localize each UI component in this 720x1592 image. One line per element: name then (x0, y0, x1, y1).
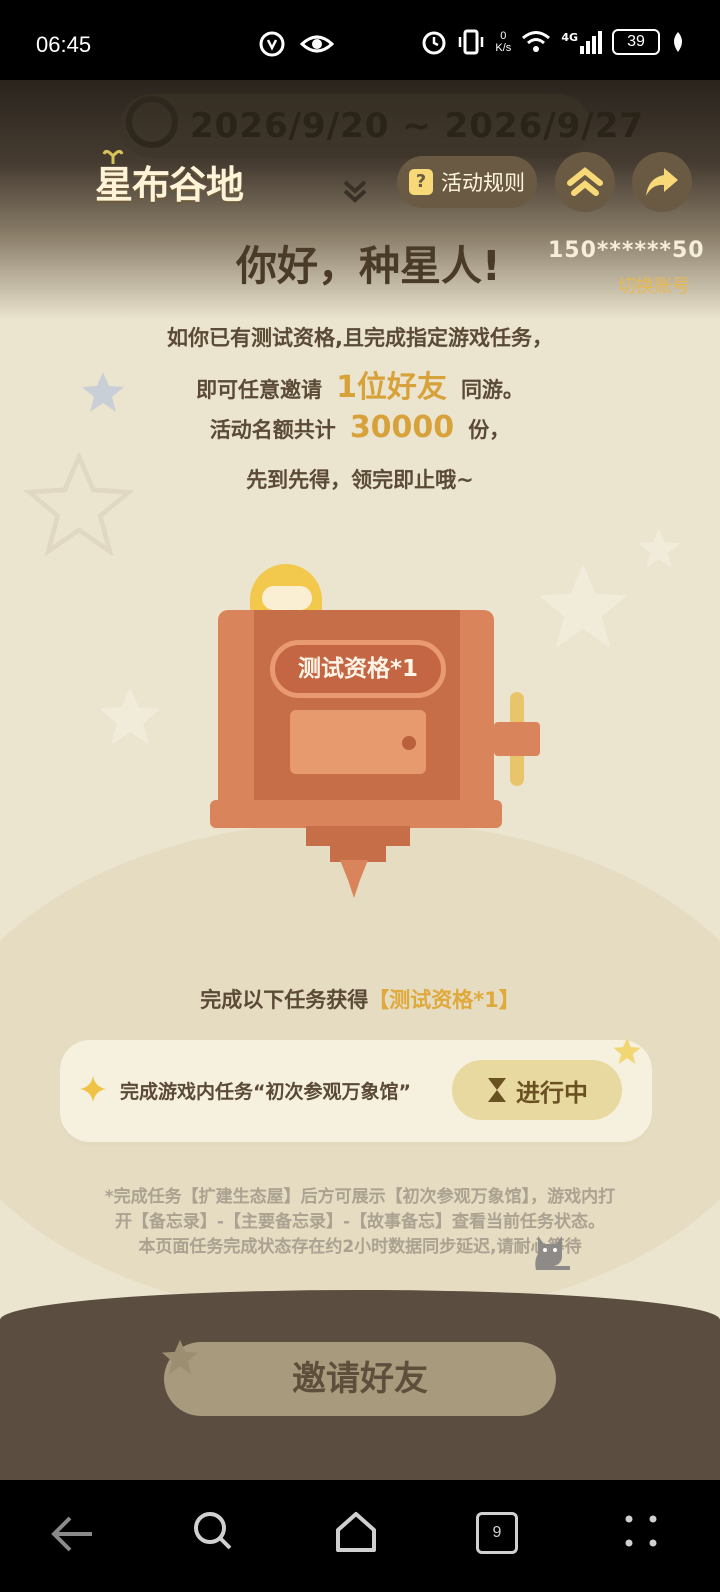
share-button[interactable] (632, 152, 692, 212)
alarm-icon (422, 31, 446, 55)
date-range: 2026/9/20 ~ 2026/9/27 (190, 106, 645, 146)
note-line-1: *完成任务【扩建生态屋】后方可展示【初次参观万象馆】，游戏内打 (104, 1187, 616, 1207)
note-line-2: 开【备忘录】-【主要备忘录】-【故事备忘】查看当前任务状态。 (114, 1212, 606, 1232)
clock-icon (126, 96, 178, 148)
vibrate-icon (459, 29, 484, 55)
home-icon[interactable] (334, 1510, 378, 1554)
star-decoration-icon (99, 686, 161, 746)
description-line-3: 活动名额共计 30000 份， (209, 410, 511, 445)
greeting: 你好，种星人! (236, 242, 501, 290)
status-right-icons: 0 K/s 4G 39 (421, 28, 686, 56)
chick-face (262, 586, 312, 610)
machine-base (210, 800, 502, 828)
star-button-decoration-icon (161, 1339, 199, 1375)
switch-account-link[interactable]: 切换账号 (618, 272, 690, 298)
net-speed: 0 K/s (495, 30, 512, 54)
hourglass-icon (488, 1078, 506, 1102)
home-button[interactable] (555, 152, 615, 212)
status-time: 06:45 (36, 32, 92, 57)
flame-icon (340, 860, 368, 898)
rules-button[interactable]: ? 活动规则 (397, 156, 537, 208)
back-icon[interactable] (50, 1514, 94, 1554)
description-line-4: 先到先得，领完即止哦~ (246, 468, 474, 492)
star-decoration-icon (539, 564, 627, 648)
cat-icon (535, 1236, 570, 1270)
search-icon[interactable] (192, 1510, 234, 1552)
invite-friends-button[interactable]: 邀请好友 (164, 1342, 556, 1416)
eye-icon (300, 35, 334, 53)
share-arrow-icon (646, 168, 678, 196)
wifi-icon (522, 31, 551, 52)
app-logo: 星布谷地 (95, 163, 244, 207)
task-section-title: 完成以下任务获得【测试资格*1】 (200, 988, 520, 1012)
menu-dots-icon[interactable] (624, 1514, 658, 1548)
home-chevron-icon (567, 167, 603, 196)
account-number: 150******50 (548, 238, 705, 263)
task-status-button[interactable]: 进行中 (452, 1060, 622, 1120)
task-status-label: 进行中 (516, 1078, 588, 1107)
task-description: 完成游戏内任务“初次参观万象馆” (120, 1081, 411, 1103)
battery-indicator: 39 (612, 29, 660, 55)
sparkle-icon (80, 1076, 106, 1102)
status-bar: 06:45 0 K/s 4G 39 (0, 0, 720, 80)
chevron-down-icon (343, 180, 367, 203)
qualification-label: 测试资格*1 (270, 640, 446, 698)
star-decoration-icon (638, 528, 680, 568)
machine-door-knob (402, 736, 416, 750)
navigation-bar: 9 (0, 1480, 720, 1592)
machine-crank (494, 722, 540, 756)
machine-pedestal (306, 826, 410, 846)
rules-label: 活动规则 (441, 171, 525, 195)
notification-icon (259, 31, 285, 57)
app-screen: 2026/9/20 ~ 2026/9/27 星布谷地 ? 活动规则 你好，种星人… (0, 80, 720, 1480)
star-badge-icon (613, 1037, 641, 1065)
recent-apps-button[interactable]: 9 (476, 1512, 518, 1554)
question-icon: ? (409, 169, 433, 195)
leaf-icon (674, 32, 682, 52)
description-line-2: 即可任意邀请 1位好友 同游。 (196, 370, 524, 405)
status-center-icons (258, 30, 334, 58)
note-line-3: 本页面任务完成状态存在约2小时数据同步延迟,请耐心等待 (138, 1237, 582, 1257)
cell-signal-icon: 4G (561, 30, 602, 54)
description-line-1: 如你已有测试资格,且完成指定游戏任务， (167, 326, 553, 350)
